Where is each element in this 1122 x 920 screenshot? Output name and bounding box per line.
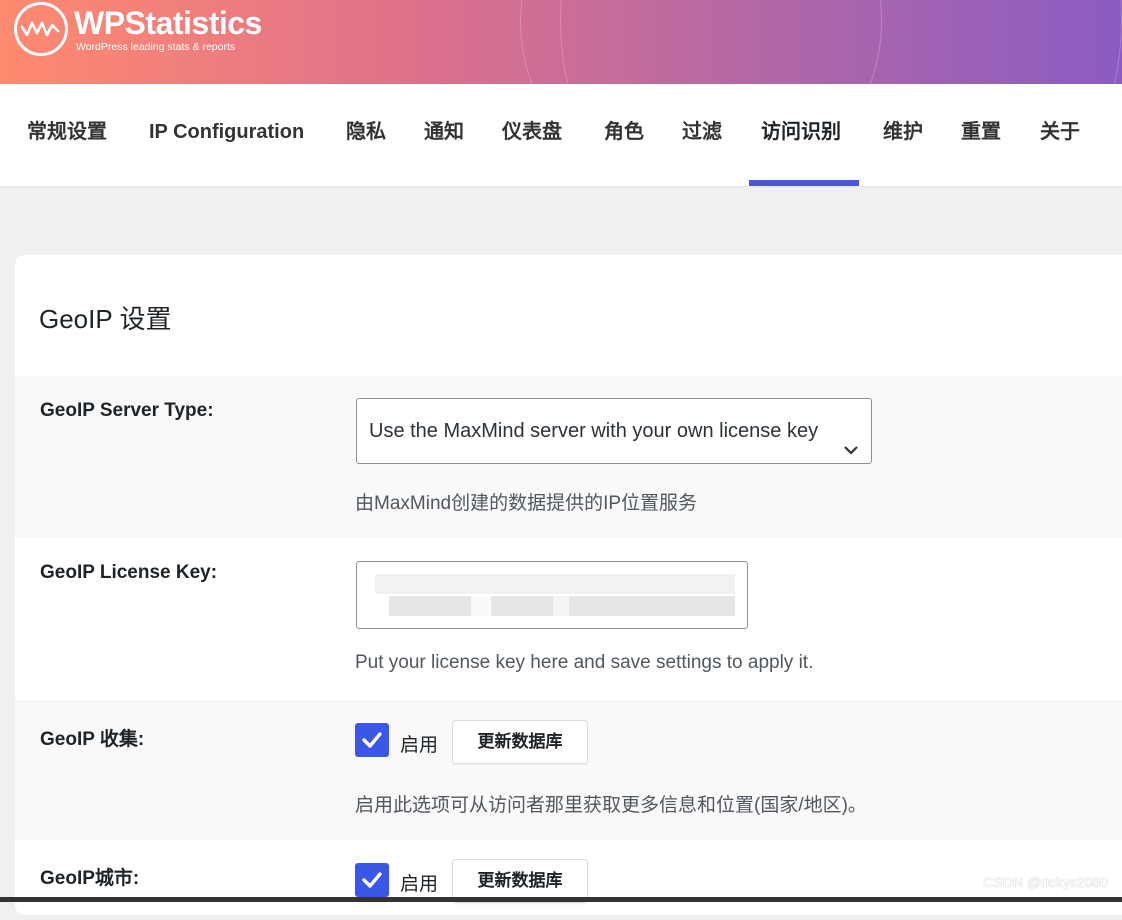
server-type-selected-value: Use the MaxMind server with your own lic… [369,420,819,442]
header-banner: WPStatistics WordPress leading stats & r… [0,0,1122,84]
geoip-collection-description: 启用此选项可从访问者那里获取更多信息和位置(国家/地区)。 [355,795,867,816]
tab-dashboard[interactable]: 仪表盘 [502,84,562,186]
logo-title: WPStatistics [74,5,262,41]
geoip-city-checkbox[interactable] [355,863,389,897]
geoip-settings-card: GeoIP 设置 GeoIP Server Type: Use the MaxM… [15,255,1122,915]
tab-reset[interactable]: 重置 [961,84,1001,186]
server-type-select[interactable]: Use the MaxMind server with your own lic… [356,398,872,464]
server-type-label: GeoIP Server Type: [40,400,214,421]
checkmark-icon [362,732,382,748]
server-type-description: 由MaxMind创建的数据提供的IP位置服务 [355,493,698,514]
update-database-button[interactable]: 更新数据库 [452,720,588,764]
license-key-row: GeoIP License Key: Put your license key … [15,538,1122,700]
section-title: GeoIP 设置 [39,304,172,334]
geoip-collection-row: GeoIP 收集: 启用 更新数据库 启用此选项可从访问者那里获取更多信息和位置… [15,700,1122,840]
tab-roles[interactable]: 角色 [604,84,644,186]
server-type-row: GeoIP Server Type: Use the MaxMind serve… [15,376,1122,538]
redacted-gap [553,596,569,616]
tab-visitor-identification[interactable]: 访问识别 [761,84,841,186]
license-key-label: GeoIP License Key: [40,562,218,583]
geoip-collection-checkbox[interactable] [355,723,389,757]
geoip-city-enable-label: 启用 [400,874,439,895]
geoip-collection-label: GeoIP 收集: [40,729,145,750]
tab-ip-configuration[interactable]: IP Configuration [149,84,304,186]
redacted-gap [471,596,491,616]
decorative-arc [560,0,1122,84]
license-key-input[interactable] [356,561,748,629]
geoip-city-label: GeoIP城市: [40,868,140,889]
logo-wave-icon [14,2,68,56]
tab-maintenance[interactable]: 维护 [883,84,923,186]
redacted-text [375,574,735,594]
tab-about[interactable]: 关于 [1040,84,1080,186]
tab-privacy[interactable]: 隐私 [346,84,386,186]
active-tab-indicator [749,180,859,186]
settings-tab-bar: 常规设置 IP Configuration 隐私 通知 仪表盘 角色 过滤 访问… [0,84,1122,186]
geoip-city-row: GeoIP城市: 启用 更新数据库 [15,840,1122,920]
tab-filters[interactable]: 过滤 [682,84,722,186]
wp-statistics-logo[interactable]: WPStatistics WordPress leading stats & r… [14,2,262,56]
watermark: CSDN @rickys2080 [983,874,1108,890]
chevron-down-icon [843,421,859,485]
logo-subtitle: WordPress leading stats & reports [76,41,236,53]
tab-general-settings[interactable]: 常规设置 [27,84,107,186]
bottom-edge [0,897,1122,902]
checkmark-icon [362,872,382,888]
geoip-collection-enable-label: 启用 [400,735,439,756]
tab-notifications[interactable]: 通知 [424,84,464,186]
license-key-description: Put your license key here and save setti… [355,652,814,673]
